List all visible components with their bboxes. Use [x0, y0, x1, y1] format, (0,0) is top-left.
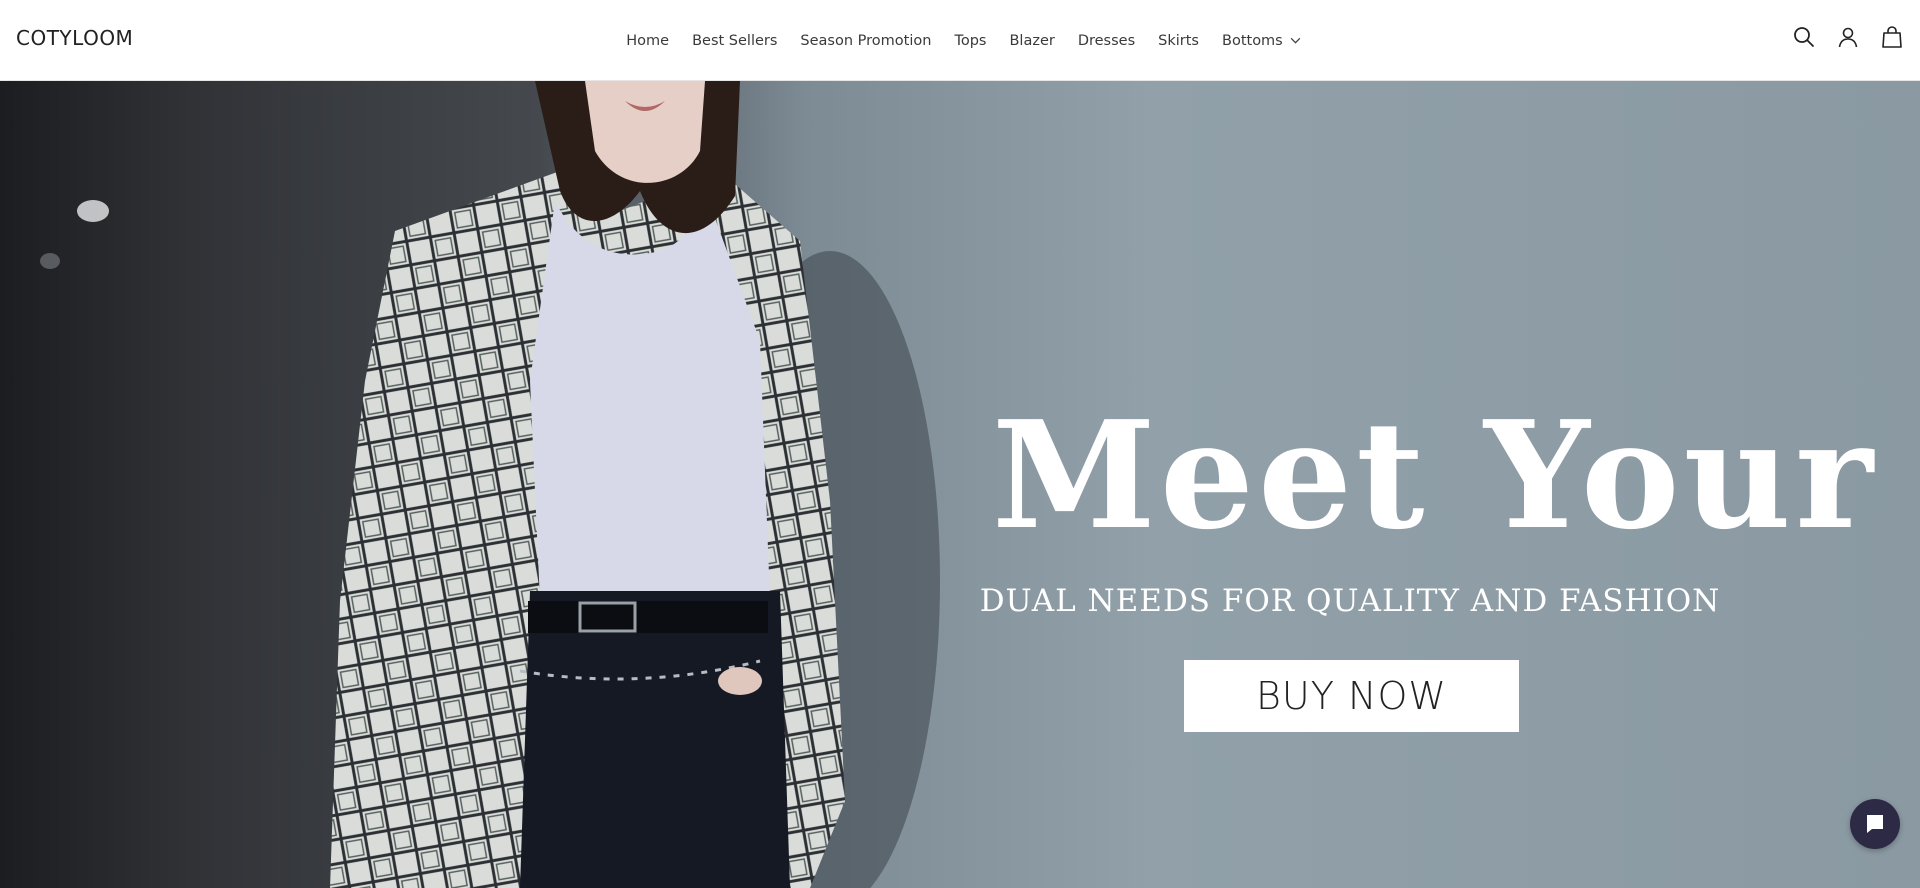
nav-item-tops[interactable]: Tops	[954, 33, 986, 49]
hero-headline: Meet Your	[992, 388, 1878, 562]
site-header: COTYLOOM Home Best Sellers Season Promot…	[0, 0, 1920, 81]
nav-item-dresses[interactable]: Dresses	[1078, 33, 1135, 49]
search-icon	[1794, 27, 1815, 48]
search-button[interactable]	[1792, 24, 1816, 50]
nav-item-skirts[interactable]: Skirts	[1158, 33, 1199, 49]
chat-bubble-icon	[1867, 815, 1883, 833]
bag-icon	[1882, 26, 1902, 48]
hero-copy: Meet Your DUAL NEEDS FOR QUALITY AND FAS…	[960, 81, 1878, 888]
nav-item-best-sellers[interactable]: Best Sellers	[692, 33, 777, 49]
header-actions	[1792, 24, 1904, 50]
hero-subheadline: DUAL NEEDS FOR QUALITY AND FASHION	[979, 583, 1721, 619]
cart-button[interactable]	[1880, 24, 1904, 50]
chevron-down-icon	[1290, 37, 1301, 44]
nav-item-home[interactable]: Home	[626, 33, 669, 49]
account-button[interactable]	[1836, 24, 1860, 50]
nav-item-bottoms-label: Bottoms	[1222, 32, 1283, 49]
hero-banner: Meet Your DUAL NEEDS FOR QUALITY AND FAS…	[0, 81, 1920, 888]
main-nav: Home Best Sellers Season Promotion Tops …	[0, 0, 1920, 81]
nav-item-bottoms[interactable]: Bottoms	[1222, 33, 1302, 49]
nav-item-blazer[interactable]: Blazer	[1009, 33, 1054, 49]
buy-now-button[interactable]: BUY NOW	[1184, 660, 1519, 732]
nav-item-season-promotion[interactable]: Season Promotion	[800, 33, 931, 49]
chat-widget-button[interactable]	[1850, 799, 1900, 849]
account-icon	[1838, 27, 1858, 48]
